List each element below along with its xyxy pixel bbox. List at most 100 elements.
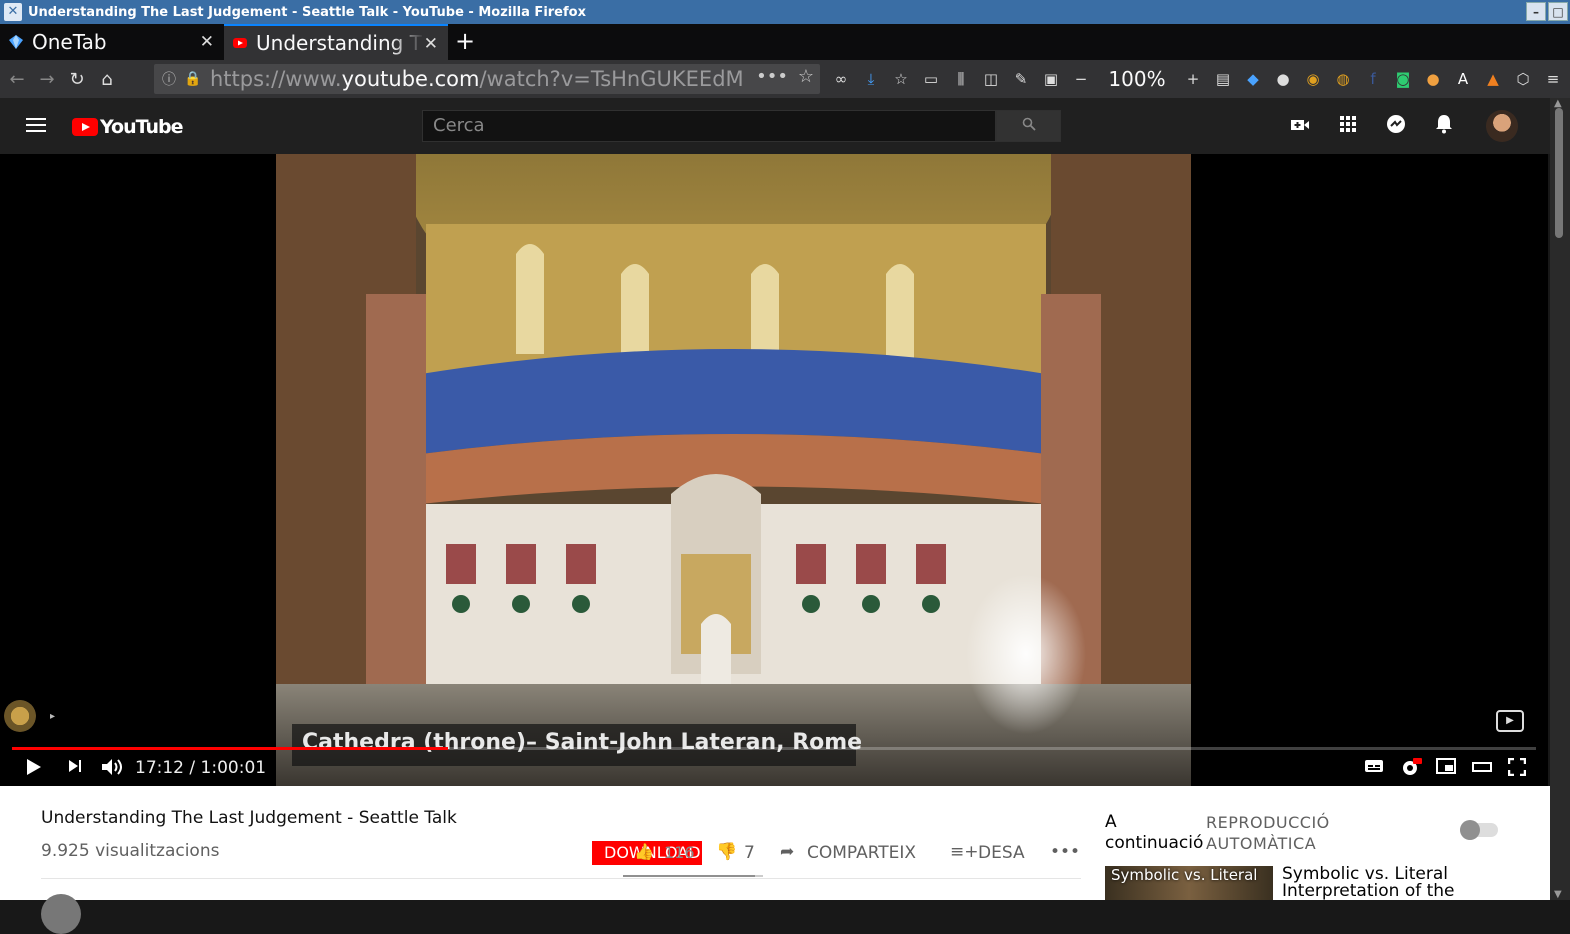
play-icon[interactable] — [26, 758, 42, 781]
account-avatar[interactable] — [1486, 110, 1518, 142]
window-menu-icon[interactable]: ✕ — [4, 3, 22, 21]
divider — [41, 878, 1081, 879]
sentiment-bar — [623, 875, 763, 877]
search-input[interactable]: Cerca — [422, 110, 996, 142]
back-icon[interactable]: ← — [2, 69, 32, 90]
download-icon[interactable]: ⤓ — [856, 70, 886, 88]
url-bar[interactable]: ⓘ 🔒 https://www.youtube.com/watch?v=TsHn… — [154, 64, 820, 94]
mask-icon[interactable]: ∞ — [826, 70, 856, 88]
dislike-count[interactable]: 7 — [744, 843, 755, 863]
reload-icon[interactable]: ↻ — [62, 69, 92, 90]
url-text[interactable]: https://www.youtube.com/watch?v=TsHnGUKE… — [210, 67, 744, 91]
scrollbar-thumb[interactable] — [1555, 108, 1563, 238]
autoplay-toggle[interactable] — [1460, 820, 1498, 840]
progress-bar[interactable] — [12, 747, 1536, 750]
minimize-button[interactable]: – — [1526, 2, 1546, 21]
page-actions-icon[interactable]: ••• — [756, 66, 788, 87]
thumbs-down-icon[interactable]: 👎 — [716, 842, 737, 862]
site-info-icon[interactable]: ⓘ — [162, 69, 176, 89]
autoplay-label: REPRODUCCIÓ AUTOMÀTICA — [1206, 813, 1330, 853]
zoom-out-icon[interactable]: − — [1066, 70, 1096, 88]
extension-colors-icon[interactable]: ◉ — [1298, 70, 1328, 88]
youtube-header: YouTube Cerca — [0, 98, 1550, 154]
subtitles-icon[interactable] — [1364, 758, 1384, 779]
navigation-toolbar: ← → ↻ ⌂ ⓘ 🔒 https://www.youtube.com/watc… — [0, 60, 1570, 98]
channel-avatar[interactable] — [41, 894, 81, 934]
close-tab-icon[interactable]: ✕ — [200, 32, 214, 52]
library-icon[interactable]: ⫼ — [946, 70, 976, 88]
channel-watermark[interactable] — [4, 700, 36, 732]
window-title: Understanding The Last Judgement - Seatt… — [28, 4, 586, 20]
miniplayer-icon[interactable] — [1436, 758, 1456, 779]
font-icon[interactable]: A — [1448, 70, 1478, 88]
view-count: 9.925 visualitzacions — [41, 841, 220, 861]
camera-icon[interactable]: ◙ — [1388, 70, 1418, 88]
new-tab-button[interactable]: + — [448, 24, 482, 60]
tab-youtube[interactable]: Understanding The Last Judgement - Seatt… — [224, 24, 448, 60]
diamond-icon — [9, 35, 23, 49]
youtube-play-icon — [72, 118, 98, 136]
extension-egg-icon[interactable]: ● — [1418, 70, 1448, 88]
guide-menu-icon[interactable] — [26, 118, 46, 136]
messages-icon[interactable] — [1384, 114, 1408, 139]
search-button[interactable] — [996, 110, 1061, 142]
create-video-icon[interactable] — [1288, 114, 1312, 138]
scroll-down-icon[interactable]: ▼ — [1554, 889, 1562, 900]
video-player[interactable]: Cathedra (throne)– Saint-John Lateran, R… — [0, 154, 1548, 786]
more-actions-icon[interactable]: ••• — [1050, 842, 1080, 862]
save-button[interactable]: DESA — [978, 843, 1025, 863]
apps-grid-icon[interactable] — [1336, 114, 1360, 138]
maximize-button[interactable]: □ — [1548, 2, 1568, 21]
extension-fox-icon[interactable]: ▲ — [1478, 70, 1508, 88]
notifications-bell-icon[interactable] — [1432, 114, 1456, 139]
share-icon[interactable]: ➦ — [780, 842, 794, 862]
settings-gear-icon[interactable] — [1400, 758, 1422, 783]
player-controls: 17:12 / 1:00:01 — [0, 754, 1548, 786]
cube-icon[interactable]: ⬡ — [1508, 70, 1538, 88]
wrench-icon[interactable]: ✎ — [1006, 70, 1036, 88]
thumbs-up-icon[interactable]: 👍 — [634, 842, 654, 861]
toggle-knob[interactable] — [1460, 820, 1480, 840]
toolbar-icons: ∞ ⤓ ☆ ▭ ⫼ ◫ ✎ ▣ − 100% + ▤ ◆ ● ◉ ◍ f ◙ ●… — [826, 60, 1568, 98]
current-time: 17:12 — [135, 758, 184, 778]
watermark-arrow-icon[interactable]: ▸ — [50, 711, 55, 722]
search-icon — [1022, 117, 1036, 131]
next-icon[interactable] — [68, 758, 82, 779]
fullscreen-icon[interactable] — [1507, 757, 1527, 781]
onetab-icon[interactable]: ◆ — [1238, 70, 1268, 88]
extension-badge-icon[interactable]: ◍ — [1328, 70, 1358, 88]
tab-label: Understanding The Last Judgement - Seatt… — [256, 31, 424, 55]
sidebar-icon[interactable]: ◫ — [976, 70, 1006, 88]
volume-icon[interactable] — [101, 758, 123, 781]
close-tab-icon[interactable]: ✕ — [424, 34, 438, 54]
theater-mode-icon[interactable] — [1472, 758, 1492, 779]
like-count[interactable]: 116 — [664, 843, 695, 862]
menu-icon[interactable]: ≡ — [1538, 70, 1568, 88]
recommended-title[interactable]: Symbolic vs. Literal Interpretation of t… — [1282, 866, 1532, 900]
recommended-thumbnail[interactable]: Symbolic vs. Literal — [1105, 866, 1273, 900]
zoom-level[interactable]: 100% — [1096, 67, 1178, 91]
share-button[interactable]: COMPARTEIX — [807, 843, 916, 863]
facebook-icon[interactable]: f — [1358, 70, 1388, 88]
screenshot-icon[interactable]: ▣ — [1036, 70, 1066, 88]
extension-icon[interactable]: ● — [1268, 70, 1298, 88]
forward-icon[interactable]: → — [32, 69, 62, 90]
video-frame[interactable] — [276, 154, 1191, 786]
home-icon[interactable]: ⌂ — [92, 69, 122, 90]
watch-metadata: Understanding The Last Judgement - Seatt… — [0, 786, 1550, 934]
bookmark-star-icon[interactable]: ☆ — [798, 66, 814, 87]
subscribe-watermark-icon[interactable]: ▶ — [1496, 710, 1524, 732]
reader-icon[interactable]: ▤ — [1208, 70, 1238, 88]
youtube-logo[interactable]: YouTube — [72, 116, 183, 138]
folder-icon[interactable]: ▭ — [916, 70, 946, 88]
time-display: 17:12 / 1:00:01 — [135, 758, 267, 778]
page-scrollbar[interactable]: ▲ ▼ — [1550, 98, 1570, 900]
duration: 1:00:01 — [200, 758, 267, 778]
tab-onetab[interactable]: OneTab ✕ — [0, 24, 224, 60]
tab-label: OneTab — [32, 30, 107, 54]
tab-bar: OneTab ✕ Understanding The Last Judgemen… — [0, 24, 1570, 60]
bookmark-manager-icon[interactable]: ☆ — [886, 70, 916, 88]
zoom-in-icon[interactable]: + — [1178, 70, 1208, 88]
progress-played — [12, 747, 448, 750]
add-to-playlist-icon[interactable]: ≡+ — [950, 842, 979, 862]
